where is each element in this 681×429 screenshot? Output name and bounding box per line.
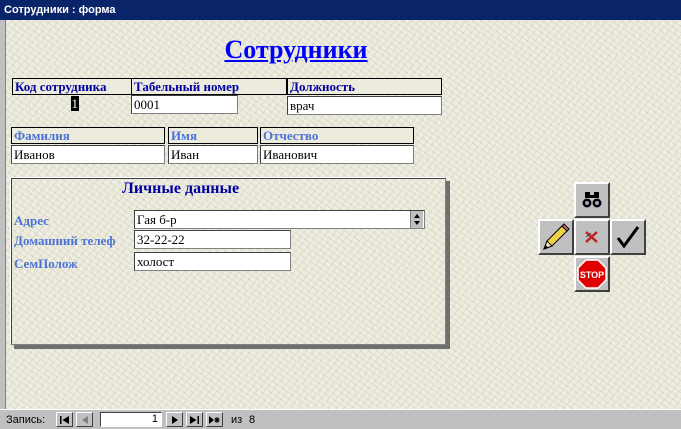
new-record-button[interactable] bbox=[206, 412, 223, 427]
form-title: Сотрудники bbox=[224, 35, 368, 64]
patronymic-label: Отчество bbox=[260, 127, 414, 144]
previous-record-icon bbox=[81, 415, 88, 424]
record-total: 8 bbox=[249, 414, 256, 426]
personnel-number-label: Табельный номер bbox=[131, 78, 287, 95]
stop-button[interactable]: STOP bbox=[574, 256, 610, 292]
cancel-x-icon bbox=[585, 231, 598, 243]
personal-data-title: Личные данные bbox=[122, 180, 240, 197]
next-record-button[interactable] bbox=[166, 412, 183, 427]
spin-down-icon[interactable] bbox=[414, 221, 420, 225]
address-combo[interactable]: Гая б-р bbox=[134, 210, 425, 229]
first-name-label: Имя bbox=[168, 127, 258, 144]
address-label: Адрес bbox=[14, 213, 49, 228]
stop-sign-icon: STOP bbox=[577, 259, 607, 289]
confirm-button[interactable] bbox=[610, 219, 646, 255]
home-phone-field[interactable]: 32-22-22 bbox=[134, 230, 291, 249]
record-navigator: Запись: 1 из 8 bbox=[0, 409, 681, 429]
window-title: Сотрудники : форма bbox=[4, 4, 116, 16]
spin-up-icon[interactable] bbox=[414, 214, 420, 218]
record-number-input[interactable]: 1 bbox=[100, 412, 162, 427]
stop-label: STOP bbox=[580, 270, 604, 280]
address-spinner[interactable] bbox=[410, 211, 423, 228]
next-record-icon bbox=[171, 415, 178, 424]
checkmark-icon bbox=[616, 226, 640, 249]
patronymic-field[interactable]: Иванович bbox=[260, 145, 414, 164]
form-window: Сотрудники : форма Сотрудники Код сотруд… bbox=[0, 0, 681, 429]
form-body: Сотрудники Код сотрудника 1 Табельный но… bbox=[6, 20, 681, 409]
binoculars-icon bbox=[582, 192, 602, 208]
undo-button[interactable] bbox=[574, 219, 610, 255]
last-name-field[interactable]: Иванов bbox=[11, 145, 165, 164]
last-record-icon bbox=[190, 415, 199, 424]
marital-status-label: СемПолож bbox=[14, 256, 78, 271]
last-record-button[interactable] bbox=[186, 412, 203, 427]
employee-code-label: Код сотрудника bbox=[12, 78, 132, 95]
address-value: Гая б-р bbox=[137, 212, 177, 227]
marital-status-field[interactable]: холост bbox=[134, 252, 291, 271]
employee-code-field[interactable]: 1 bbox=[12, 95, 81, 114]
find-button[interactable] bbox=[574, 182, 610, 218]
last-name-label: Фамилия bbox=[11, 127, 165, 144]
employee-code-value: 1 bbox=[70, 96, 79, 111]
personnel-number-field[interactable]: 0001 bbox=[131, 95, 238, 114]
window-titlebar[interactable]: Сотрудники : форма bbox=[0, 0, 681, 20]
position-field[interactable]: врач bbox=[287, 96, 442, 115]
record-of-label: из bbox=[231, 414, 243, 426]
new-record-icon bbox=[209, 415, 220, 424]
edit-button[interactable] bbox=[538, 219, 574, 255]
first-record-button[interactable] bbox=[56, 412, 73, 427]
position-label: Должность bbox=[287, 78, 442, 95]
previous-record-button[interactable] bbox=[76, 412, 93, 427]
first-name-field[interactable]: Иван bbox=[168, 145, 258, 164]
pencil-icon bbox=[543, 223, 570, 250]
home-phone-label: Домашний телеф bbox=[14, 233, 116, 248]
record-label: Запись: bbox=[6, 414, 46, 426]
first-record-icon bbox=[60, 415, 69, 424]
